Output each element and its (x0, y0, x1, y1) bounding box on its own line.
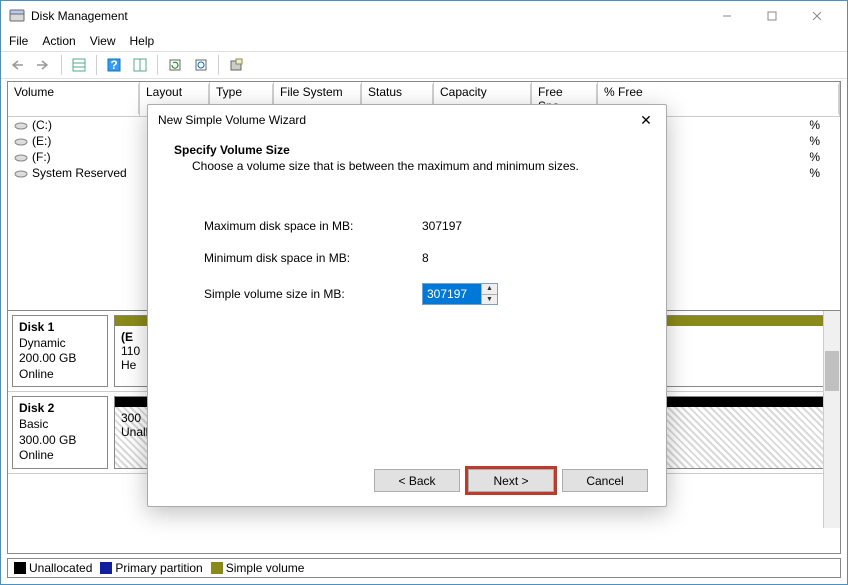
disk-size: 300.00 GB (19, 433, 101, 449)
max-size-value: 307197 (422, 219, 462, 233)
cancel-button[interactable]: Cancel (562, 469, 648, 492)
disk-type: Dynamic (19, 336, 101, 352)
menubar: File Action View Help (1, 31, 847, 51)
table-view-icon[interactable] (68, 54, 90, 76)
back-button[interactable]: < Back (374, 469, 460, 492)
window-title: Disk Management (31, 9, 704, 23)
volume-name: (C:) (32, 118, 52, 132)
next-button[interactable]: Next > (468, 469, 554, 492)
menu-help[interactable]: Help (130, 34, 155, 48)
volume-icon (14, 136, 28, 146)
refresh-icon[interactable] (164, 54, 186, 76)
minimize-button[interactable] (704, 1, 749, 31)
properties-icon[interactable] (225, 54, 247, 76)
legend: Unallocated Primary partition Simple vol… (7, 558, 841, 578)
volume-size-label: Simple volume size in MB: (204, 287, 422, 301)
volume-name: (E:) (32, 134, 51, 148)
volume-pct: % (809, 134, 834, 148)
window-controls (704, 1, 839, 31)
disk-status: Online (19, 367, 101, 383)
legend-unallocated: Unallocated (14, 561, 92, 575)
close-button[interactable] (794, 1, 839, 31)
min-size-value: 8 (422, 251, 429, 265)
min-size-label: Minimum disk space in MB: (204, 251, 422, 265)
dialog-close-icon[interactable]: ✕ (636, 112, 656, 129)
settings-view-icon[interactable] (129, 54, 151, 76)
toolbar: ? (1, 51, 847, 79)
help-icon[interactable]: ? (103, 54, 125, 76)
titlebar: Disk Management (1, 1, 847, 31)
volume-icon (14, 152, 28, 162)
col-volume[interactable]: Volume (8, 82, 140, 116)
new-volume-wizard-dialog: New Simple Volume Wizard ✕ Specify Volum… (147, 104, 667, 507)
menu-file[interactable]: File (9, 34, 28, 48)
wizard-heading: Specify Volume Size (174, 143, 640, 157)
volume-pct: % (809, 150, 834, 164)
volume-size-row: Simple volume size in MB: ▲ ▼ (204, 283, 640, 305)
rescan-icon[interactable] (190, 54, 212, 76)
volume-name: System Reserved (32, 166, 127, 180)
max-size-label: Maximum disk space in MB: (204, 219, 422, 233)
back-icon[interactable] (7, 54, 29, 76)
app-icon (9, 8, 25, 24)
min-size-row: Minimum disk space in MB: 8 (204, 251, 640, 265)
wizard-subheading: Choose a volume size that is between the… (192, 159, 640, 173)
volume-icon (14, 168, 28, 178)
disk-label[interactable]: Disk 1 Dynamic 200.00 GB Online (12, 315, 108, 387)
wizard-buttons: < Back Next > Cancel (374, 469, 648, 492)
scrollbar[interactable] (823, 311, 840, 528)
dialog-titlebar: New Simple Volume Wizard ✕ (148, 105, 666, 135)
volume-size-input[interactable] (423, 284, 481, 304)
scrollbar-thumb[interactable] (825, 351, 839, 391)
disk-name: Disk 1 (19, 320, 101, 336)
spinner-up-icon[interactable]: ▲ (481, 284, 497, 295)
volume-name: (F:) (32, 150, 51, 164)
svg-text:?: ? (110, 58, 117, 72)
menu-action[interactable]: Action (42, 34, 75, 48)
disk-label[interactable]: Disk 2 Basic 300.00 GB Online (12, 396, 108, 468)
disk-name: Disk 2 (19, 401, 101, 417)
forward-icon[interactable] (33, 54, 55, 76)
dialog-title: New Simple Volume Wizard (158, 113, 306, 127)
spinner-down-icon[interactable]: ▼ (481, 295, 497, 305)
disk-status: Online (19, 448, 101, 464)
max-size-row: Maximum disk space in MB: 307197 (204, 219, 640, 233)
legend-simple: Simple volume (211, 561, 305, 575)
volume-pct: % (809, 118, 834, 132)
menu-view[interactable]: View (90, 34, 116, 48)
volume-icon (14, 120, 28, 130)
volume-size-spinner[interactable]: ▲ ▼ (422, 283, 498, 305)
volume-pct: % (809, 166, 834, 180)
maximize-button[interactable] (749, 1, 794, 31)
disk-size: 200.00 GB (19, 351, 101, 367)
disk-type: Basic (19, 417, 101, 433)
legend-primary: Primary partition (100, 561, 202, 575)
